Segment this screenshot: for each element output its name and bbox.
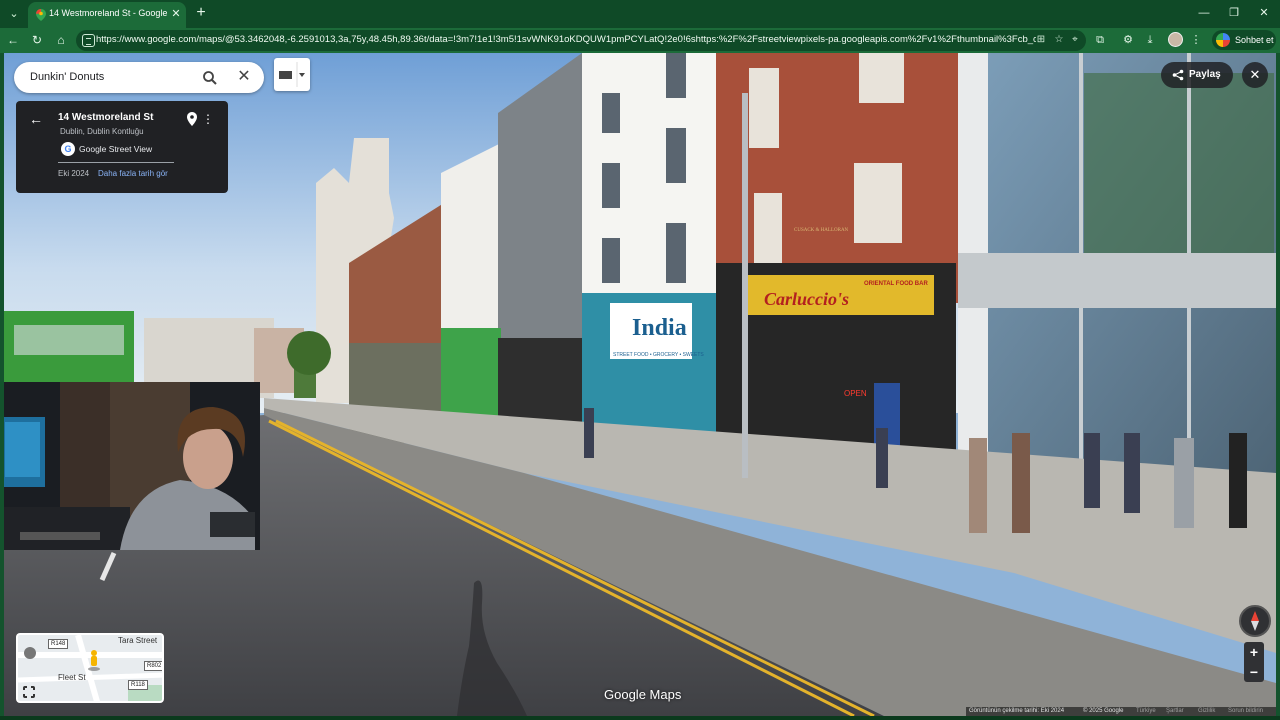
maps-search-box[interactable]: Dunkin' Donuts ✕ xyxy=(14,62,264,93)
back-arrow-icon[interactable]: ← xyxy=(28,111,44,127)
performance-icon[interactable]: ⚙ xyxy=(1120,32,1136,48)
share-label: Paylaş xyxy=(1189,69,1221,80)
expand-map-icon[interactable] xyxy=(22,685,36,699)
location-pin-icon[interactable] xyxy=(186,112,198,126)
compass-icon[interactable] xyxy=(1239,605,1271,637)
menu-icon[interactable]: ⋮ xyxy=(1188,32,1204,48)
tab-strip: ⌄ 14 Westmoreland St - Google Har ✕ + — … xyxy=(0,0,1280,28)
streamer-webcam-image xyxy=(4,382,260,550)
minimize-icon[interactable]: — xyxy=(1194,5,1214,21)
maps-pin-icon xyxy=(36,9,46,21)
url-text[interactable]: https://www.google.com/maps/@53.3462048,… xyxy=(96,34,1036,45)
zoom-in-icon[interactable]: + xyxy=(1244,642,1264,662)
route-shield: R802 xyxy=(144,661,162,671)
search-input[interactable]: Dunkin' Donuts xyxy=(30,71,104,83)
cafe-sign-sub: ORIENTAL FOOD BAR xyxy=(864,281,928,287)
tab-search-menu-icon[interactable]: ⌄ xyxy=(4,4,24,24)
keyboard-layout-button[interactable] xyxy=(274,58,310,91)
reload-icon[interactable]: ↻ xyxy=(28,31,46,49)
compass-needle-icon xyxy=(1251,611,1259,631)
google-logo-icon: G xyxy=(61,142,75,156)
chat-button[interactable]: Sohbet et xyxy=(1212,30,1276,50)
pegman-icon xyxy=(88,650,100,671)
privacy-link[interactable]: Gizlilik xyxy=(1198,708,1215,714)
address-bar[interactable]: https://www.google.com/maps/@53.3462048,… xyxy=(76,30,1086,51)
report-problem-link[interactable]: Sorun bildirin xyxy=(1228,708,1263,714)
copyright: © 2025 Google xyxy=(1083,708,1124,714)
share-icon xyxy=(1172,69,1184,81)
capture-date-note: Görüntünün çekilme tarihi: Eki 2024 xyxy=(969,708,1065,714)
brass-sign: CUSACK & HALLORAN xyxy=(794,228,849,233)
tab-close-icon[interactable]: ✕ xyxy=(170,7,182,21)
open-sign: OPEN xyxy=(844,389,867,398)
minimap-street-label: Tara Street xyxy=(118,636,158,645)
webcam-overlay xyxy=(4,382,260,550)
imagery-source: Google Street View xyxy=(79,144,153,154)
minimap-street-label-2: Fleet St xyxy=(58,673,86,682)
street-view-minimap[interactable]: Tara Street Fleet St R148 R802 R118 xyxy=(16,633,164,703)
more-options-icon[interactable]: ⋮ xyxy=(202,111,214,127)
location-title: 14 Westmoreland St xyxy=(58,112,154,123)
route-shield: R148 xyxy=(48,639,69,649)
extensions-icon[interactable]: ⧉ xyxy=(1092,32,1108,48)
chat-button-label: Sohbet et xyxy=(1235,35,1274,45)
back-icon[interactable]: ← xyxy=(4,31,22,49)
window-close-icon[interactable]: ✕ xyxy=(1254,5,1274,21)
clear-search-icon[interactable]: ✕ xyxy=(236,69,252,85)
capture-date: Eki 2024 xyxy=(58,169,90,178)
cafe-sign: Carluccio's xyxy=(764,289,849,309)
location-icon[interactable]: ⌖ xyxy=(1068,33,1082,47)
zoom-out-icon[interactable]: − xyxy=(1244,662,1264,682)
location-subtitle: Dublin, Dublin Kontluğu xyxy=(60,127,144,136)
site-info-icon[interactable] xyxy=(82,34,95,47)
restore-icon[interactable]: ❐ xyxy=(1224,5,1244,21)
google-maps-watermark: Google Maps xyxy=(604,687,682,702)
restaurant-sign-sub: STREET FOOD • GROCERY • SWEETS xyxy=(613,352,704,358)
gemini-logo-icon xyxy=(1216,33,1230,47)
street-view-info-card: ← 14 Westmoreland St Dublin, Dublin Kont… xyxy=(16,101,228,193)
see-more-dates-link[interactable]: Daha fazla tarih gör xyxy=(98,169,168,178)
new-tab-icon[interactable]: + xyxy=(192,4,210,22)
street-view-panorama[interactable]: India STREET FOOD • GROCERY • SWEETS Car… xyxy=(4,53,1276,716)
browser-window: ⌄ 14 Westmoreland St - Google Har ✕ + — … xyxy=(0,0,1280,720)
tab-title: 14 Westmoreland St - Google Har xyxy=(49,8,167,18)
home-icon[interactable]: ⌂ xyxy=(52,31,70,49)
window-bottom-edge xyxy=(0,716,1280,720)
divider xyxy=(58,162,174,163)
restaurant-sign: India xyxy=(632,315,687,341)
attribution-bar: Görüntünün çekilme tarihi: Eki 2024 © 20… xyxy=(966,707,1276,716)
bookmark-star-icon[interactable]: ☆ xyxy=(1052,33,1066,47)
search-icon[interactable] xyxy=(202,70,218,86)
route-shield: R118 xyxy=(128,680,148,690)
downloads-icon[interactable]: ⤓ xyxy=(1142,32,1158,48)
translate-icon[interactable]: ⊞ xyxy=(1034,33,1048,47)
share-button[interactable]: Paylaş xyxy=(1161,62,1233,88)
profile-avatar[interactable] xyxy=(1168,32,1183,47)
terms-link[interactable]: Şartlar xyxy=(1166,708,1184,714)
active-tab[interactable]: 14 Westmoreland St - Google Har ✕ xyxy=(28,2,186,28)
browser-toolbar: ← ↻ ⌂ https://www.google.com/maps/@53.34… xyxy=(0,28,1280,53)
country-link[interactable]: Türkiye xyxy=(1136,708,1156,714)
zoom-control: + − xyxy=(1244,642,1264,682)
keyboard-icon xyxy=(279,62,305,87)
close-street-view-icon[interactable]: ✕ xyxy=(1242,62,1268,88)
